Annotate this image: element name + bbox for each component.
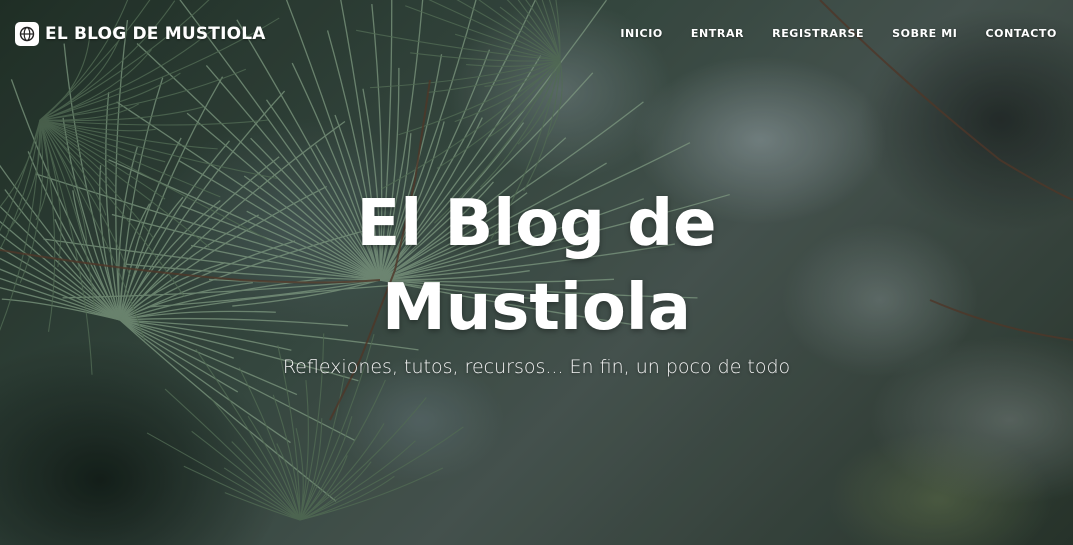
navbar: EL BLOG DE MUSTIOLA INICIO ENTRAR REGIST… <box>0 0 1073 68</box>
brand-link[interactable]: EL BLOG DE MUSTIOLA <box>15 22 266 46</box>
page-subtitle: Reflexiones, tutos, recursos... En fin, … <box>282 356 791 378</box>
nav-link-contacto[interactable]: CONTACTO <box>957 27 1057 40</box>
page-title: El Blog de Mustiola <box>356 187 717 345</box>
nav-link-sobre-mi[interactable]: SOBRE MI <box>864 27 957 40</box>
nav-link-entrar[interactable]: ENTRAR <box>663 27 744 40</box>
nav-menu: INICIO ENTRAR REGISTRARSE SOBRE MI CONTA… <box>592 27 1057 40</box>
globe-icon <box>15 22 39 46</box>
brand-title: EL BLOG DE MUSTIOLA <box>45 24 266 44</box>
hero-header: EL BLOG DE MUSTIOLA INICIO ENTRAR REGIST… <box>0 0 1073 545</box>
site-heading: El Blog de Mustiola Reflexiones, tutos, … <box>0 182 1073 378</box>
nav-link-inicio[interactable]: INICIO <box>592 27 663 40</box>
nav-link-registrarse[interactable]: REGISTRARSE <box>744 27 864 40</box>
